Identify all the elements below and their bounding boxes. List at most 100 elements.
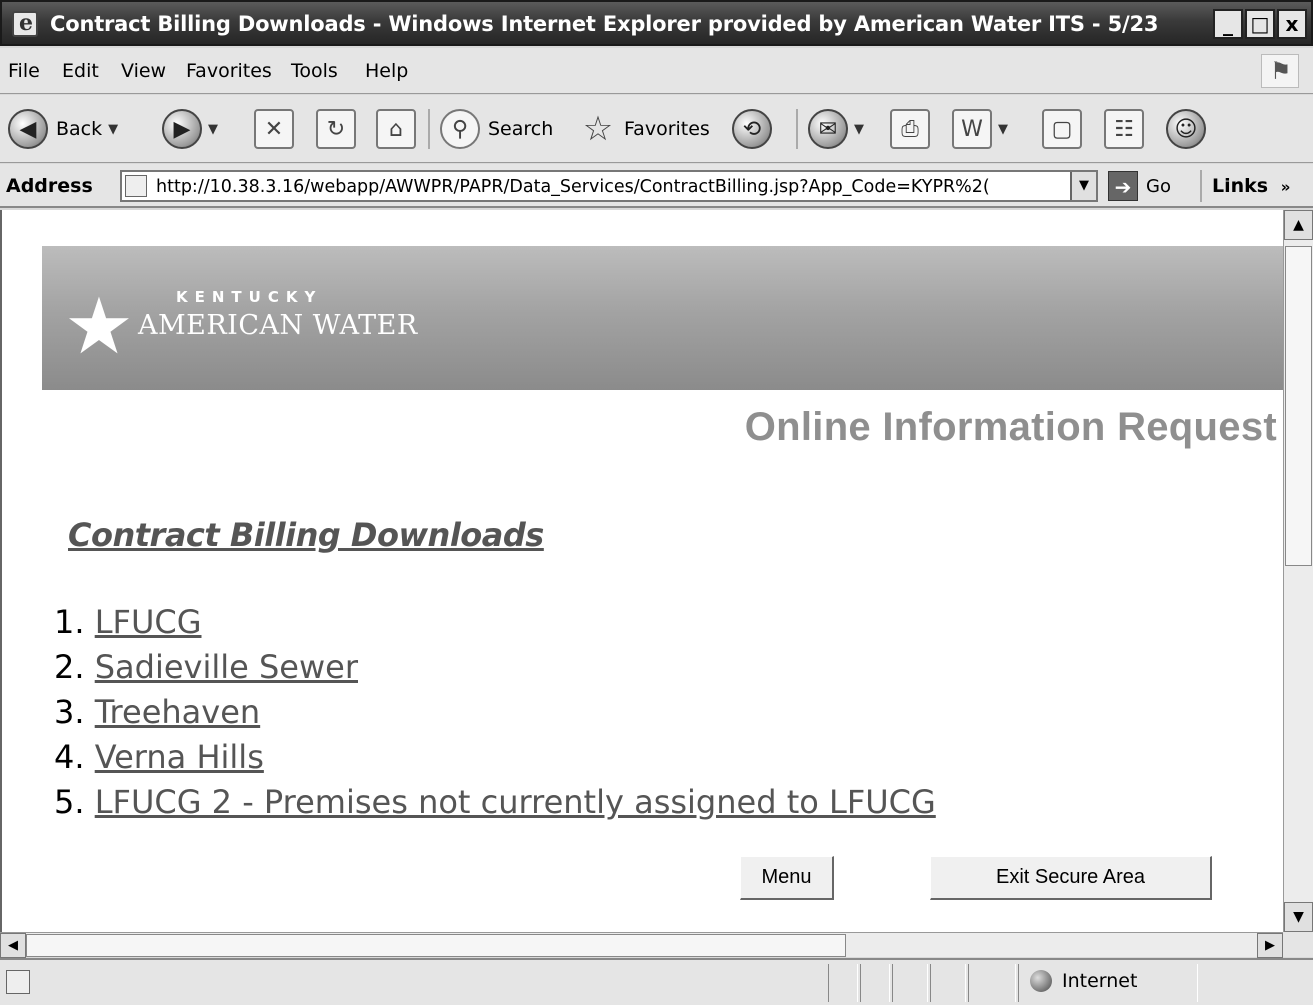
research-icon: ☷ <box>1104 109 1144 149</box>
list-number: 3. <box>54 693 85 731</box>
home-button[interactable]: ⌂ <box>376 105 416 153</box>
ie-app-icon[interactable] <box>12 10 38 37</box>
horizontal-scrollbar[interactable]: ◀ ▶ <box>0 932 1283 958</box>
page-status-icon <box>6 970 30 994</box>
research-button[interactable]: ☷ <box>1104 105 1144 153</box>
status-cell <box>930 964 966 1002</box>
forward-button[interactable]: ▶ ▼ <box>162 105 218 153</box>
search-icon: ⚲ <box>440 109 480 149</box>
list-number: 5. <box>54 783 85 821</box>
edit-button[interactable]: W ▼ <box>952 105 1008 153</box>
page-title: Online Information Request <box>744 405 1277 449</box>
list-number: 1. <box>54 603 85 641</box>
address-label: Address <box>6 175 93 197</box>
discuss-button[interactable]: ▢ <box>1042 105 1082 153</box>
back-dropdown-icon[interactable]: ▼ <box>108 122 118 137</box>
list-item: 5. LFUCG 2 - Premises not currently assi… <box>54 780 936 825</box>
list-item: 1. LFUCG <box>54 600 936 645</box>
back-button[interactable]: ◀ Back ▼ <box>8 105 118 153</box>
history-button[interactable]: ⟲ <box>732 105 772 153</box>
vertical-scrollbar[interactable]: ▲ ▼ <box>1283 210 1313 932</box>
window-controls: _ □ x <box>1213 9 1307 39</box>
search-button[interactable]: ⚲ Search <box>440 105 553 153</box>
brand-state: KENTUCKY <box>176 288 323 306</box>
security-zone: Internet <box>1030 970 1137 992</box>
print-button[interactable]: ⎙ <box>890 105 930 153</box>
scroll-down-icon[interactable]: ▼ <box>1284 902 1313 932</box>
status-cell <box>892 964 928 1002</box>
address-bar: Address http://10.38.3.16/webapp/AWWPR/P… <box>0 164 1313 208</box>
list-item: 2. Sadieville Sewer <box>54 645 936 690</box>
edit-word-icon: W <box>952 109 992 149</box>
menu-edit[interactable]: Edit <box>62 60 99 82</box>
stop-button[interactable]: ✕ <box>254 105 294 153</box>
go-button[interactable]: ➔ Go <box>1108 170 1171 202</box>
download-list: 1. LFUCG 2. Sadieville Sewer 3. Treehave… <box>54 600 936 825</box>
back-arrow-icon: ◀ <box>8 109 48 149</box>
links-button[interactable]: Links » <box>1212 175 1290 197</box>
download-link-lfucg[interactable]: LFUCG <box>95 603 202 641</box>
list-item: 3. Treehaven <box>54 690 936 735</box>
forward-arrow-icon: ▶ <box>162 109 202 149</box>
maximize-button[interactable]: □ <box>1245 9 1275 39</box>
brand-name: AMERICAN WATER <box>138 310 418 341</box>
mail-dropdown-icon[interactable]: ▼ <box>854 122 864 137</box>
search-label: Search <box>488 118 554 140</box>
status-bar: Internet <box>0 958 1313 1005</box>
mail-button[interactable]: ✉ ▼ <box>808 105 864 153</box>
download-link-treehaven[interactable]: Treehaven <box>95 693 260 731</box>
menu-help[interactable]: Help <box>365 60 408 82</box>
scroll-left-icon[interactable]: ◀ <box>0 933 26 958</box>
links-label: Links <box>1212 175 1269 197</box>
menu-button[interactable]: Menu <box>740 856 834 900</box>
toolbar-separator <box>796 109 798 149</box>
status-cell <box>828 964 858 1002</box>
vertical-scroll-thumb[interactable] <box>1285 246 1312 566</box>
scrollbar-corner <box>1283 932 1313 957</box>
address-separator <box>1200 170 1202 202</box>
header-banner: ★ KENTUCKY AMERICAN WATER <box>42 246 1287 390</box>
download-link-verna-hills[interactable]: Verna Hills <box>95 738 264 776</box>
address-url[interactable]: http://10.38.3.16/webapp/AWWPR/PAPR/Data… <box>156 177 1066 197</box>
standard-toolbar: ◀ Back ▼ ▶ ▼ ✕ ↻ ⌂ ⚲ Search ☆ Favorites … <box>0 95 1313 163</box>
star-logo-icon: ★ <box>64 282 134 372</box>
menu-view[interactable]: View <box>121 60 166 82</box>
address-dropdown-icon[interactable]: ▼ <box>1070 172 1096 200</box>
favorites-star-icon: ☆ <box>582 109 614 149</box>
menu-file[interactable]: File <box>8 60 40 82</box>
print-icon: ⎙ <box>890 109 930 149</box>
list-number: 2. <box>54 648 85 686</box>
home-icon: ⌂ <box>376 109 416 149</box>
mail-icon: ✉ <box>808 109 848 149</box>
menu-favorites[interactable]: Favorites <box>186 60 272 82</box>
exit-secure-area-button[interactable]: Exit Secure Area <box>930 856 1212 900</box>
toolbar-separator <box>428 109 430 149</box>
globe-icon <box>1030 970 1052 992</box>
download-link-lfucg-2[interactable]: LFUCG 2 - Premises not currently assigne… <box>95 783 936 821</box>
messenger-button[interactable]: ☺ <box>1166 105 1206 153</box>
scroll-up-icon[interactable]: ▲ <box>1284 210 1313 240</box>
refresh-button[interactable]: ↻ <box>316 105 356 153</box>
edit-dropdown-icon[interactable]: ▼ <box>998 122 1008 137</box>
chevron-right-icon: » <box>1280 178 1291 196</box>
page-viewport: ★ KENTUCKY AMERICAN WATER Online Informa… <box>0 210 1313 957</box>
back-label: Back <box>56 118 103 140</box>
go-arrow-icon: ➔ <box>1108 171 1138 201</box>
list-item: 4. Verna Hills <box>54 735 936 780</box>
refresh-icon: ↻ <box>316 109 356 149</box>
close-button[interactable]: x <box>1277 9 1307 39</box>
download-link-sadieville-sewer[interactable]: Sadieville Sewer <box>95 648 358 686</box>
minimize-button[interactable]: _ <box>1213 9 1243 39</box>
horizontal-scroll-thumb[interactable] <box>26 934 846 957</box>
menu-tools[interactable]: Tools <box>291 60 338 82</box>
discuss-icon: ▢ <box>1042 109 1082 149</box>
windows-flag-icon <box>1261 54 1299 88</box>
window-title-bar: Contract Billing Downloads - Windows Int… <box>0 0 1313 46</box>
favorites-button[interactable]: ☆ Favorites <box>578 105 710 153</box>
window-title: Contract Billing Downloads - Windows Int… <box>50 12 1159 36</box>
page-icon <box>125 175 147 197</box>
address-input[interactable]: http://10.38.3.16/webapp/AWWPR/PAPR/Data… <box>120 170 1098 202</box>
go-label: Go <box>1146 175 1171 197</box>
forward-dropdown-icon[interactable]: ▼ <box>208 122 218 137</box>
scroll-right-icon[interactable]: ▶ <box>1257 933 1283 958</box>
